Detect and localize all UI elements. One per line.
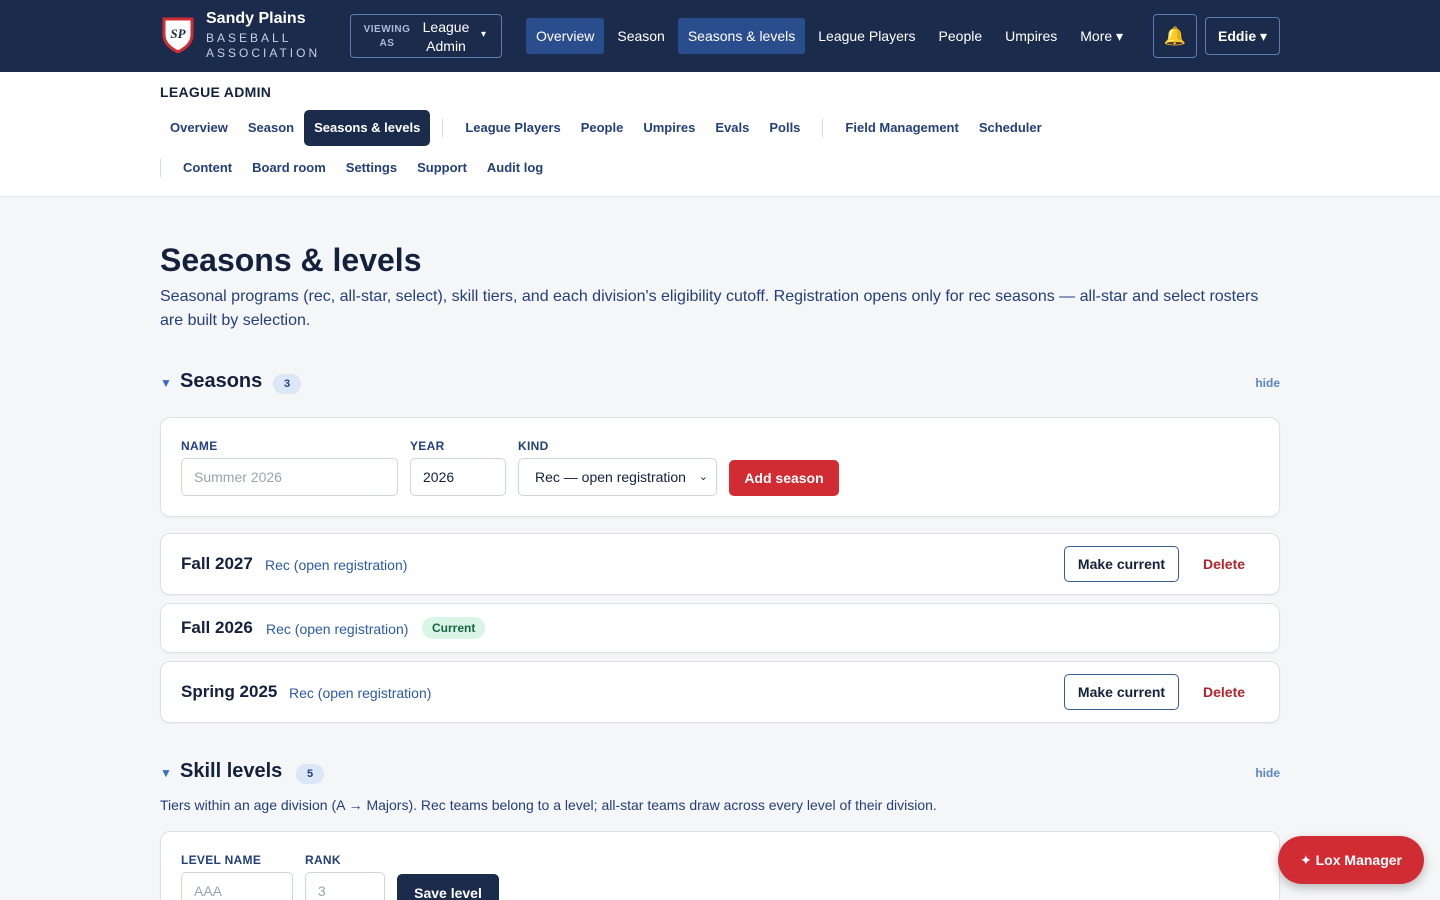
skill-levels-section-title: Skill levels: [180, 760, 283, 782]
admin-tab-seasons-levels[interactable]: Seasons & levels: [304, 110, 431, 146]
seasons-count-badge: 3: [273, 374, 301, 394]
lox-manager-label: Lox Manager: [1315, 852, 1402, 868]
make-current-button[interactable]: Make current: [1064, 674, 1179, 710]
season-year-input[interactable]: 2026: [410, 458, 506, 496]
current-season-badge: Current: [422, 617, 486, 639]
season-name-label: NAME: [181, 439, 218, 453]
admin-tab-audit-log[interactable]: Audit log: [477, 150, 553, 186]
season-year-label: YEAR: [410, 439, 445, 453]
collapse-caret-icon[interactable]: ▼: [160, 766, 172, 780]
seasons-section-header[interactable]: ▼ Seasons 3 hide: [160, 370, 1280, 398]
skill-levels-count-badge: 5: [296, 764, 324, 784]
season-name: Spring 2025: [181, 682, 278, 701]
rank-label: RANK: [305, 853, 341, 867]
logo-shield-icon[interactable]: SP: [162, 17, 194, 53]
seasons-section-title: Seasons: [180, 370, 263, 392]
admin-tab-league-players[interactable]: League Players: [455, 110, 570, 146]
delete-season-button[interactable]: Delete: [1203, 684, 1245, 700]
admin-title: LEAGUE ADMIN: [160, 84, 272, 100]
admin-tab-umpires[interactable]: Umpires: [633, 110, 705, 146]
add-season-form: NAME Summer 2026 YEAR 2026 KIND Rec — op…: [160, 417, 1280, 517]
make-current-button[interactable]: Make current: [1064, 546, 1179, 582]
page-description: Seasonal programs (rec, all-star, select…: [160, 288, 1259, 329]
chevron-down-icon: ⌄: [698, 471, 708, 483]
collapse-caret-icon[interactable]: ▼: [160, 376, 172, 390]
season-row: Fall 2027 Rec (open registration) Make c…: [160, 533, 1280, 595]
season-name-input[interactable]: Summer 2026: [181, 458, 398, 496]
delete-season-button[interactable]: Delete: [1203, 556, 1245, 572]
admin-tab-content[interactable]: Content: [173, 150, 242, 186]
skill-levels-hide-link[interactable]: hide: [1255, 766, 1280, 780]
admin-tab-people[interactable]: People: [571, 110, 634, 146]
skill-levels-description: Tiers within an age division (A → Majors…: [160, 797, 937, 813]
notifications-bell-icon[interactable]: 🔔: [1153, 14, 1197, 58]
viewing-as-value: League Admin: [422, 19, 470, 54]
seasons-hide-link[interactable]: hide: [1255, 376, 1280, 390]
topnav-umpires[interactable]: Umpires: [995, 18, 1067, 54]
season-row: Spring 2025 Rec (open registration) Make…: [160, 661, 1280, 723]
top-bar: SP Sandy Plains BASEBALL ASSOCIATION VIE…: [0, 0, 1440, 72]
top-nav: Overview Season Seasons & levels League …: [526, 18, 1136, 54]
viewing-as-label: VIEWING AS: [363, 24, 411, 49]
viewing-as-switcher[interactable]: VIEWING AS League Admin ▾: [350, 14, 502, 58]
page-title: Seasons & levels: [160, 242, 422, 278]
lox-manager-button[interactable]: ✦ Lox Manager: [1278, 836, 1424, 884]
season-kind: Rec (open registration): [289, 685, 432, 701]
admin-nav-row-1: Overview Season Seasons & levels League …: [160, 110, 1052, 146]
save-level-button[interactable]: Save level: [397, 874, 499, 900]
add-season-button[interactable]: Add season: [729, 460, 839, 496]
topnav-overview[interactable]: Overview: [526, 18, 605, 54]
season-name: Fall 2027: [181, 554, 253, 573]
admin-tab-support[interactable]: Support: [407, 150, 477, 186]
brand-name[interactable]: Sandy Plains: [206, 10, 306, 28]
season-kind: Rec (open registration): [266, 621, 409, 637]
brand-subtitle: BASEBALL ASSOCIATION: [206, 31, 321, 60]
logo-text: SP: [170, 26, 186, 41]
topnav-season[interactable]: Season: [607, 18, 674, 54]
season-kind-select[interactable]: Rec — open registration ⌄: [518, 458, 717, 496]
admin-tab-overview[interactable]: Overview: [160, 110, 238, 146]
topnav-people[interactable]: People: [929, 18, 993, 54]
admin-tab-polls[interactable]: Polls: [759, 110, 810, 146]
skill-levels-section-header[interactable]: ▼ Skill levels 5 hide: [160, 760, 1280, 788]
divider: [160, 159, 161, 177]
admin-subnav: LEAGUE ADMIN Overview Season Seasons & l…: [0, 72, 1440, 197]
divider: [442, 119, 444, 137]
admin-tab-board-room[interactable]: Board room: [242, 150, 336, 186]
season-kind-label: KIND: [518, 439, 549, 453]
user-menu-button[interactable]: Eddie ▾: [1205, 17, 1280, 55]
divider: [822, 119, 824, 137]
chevron-down-icon: ▾: [481, 29, 487, 40]
topnav-league-players[interactable]: League Players: [808, 18, 925, 54]
admin-tab-season[interactable]: Season: [238, 110, 304, 146]
add-level-form: LEVEL NAME AAA RANK 3 Save level: [160, 831, 1280, 900]
admin-nav-row-2: Content Board room Settings Support Audi…: [160, 150, 553, 186]
admin-tab-scheduler[interactable]: Scheduler: [969, 110, 1052, 146]
admin-tab-field-management[interactable]: Field Management: [835, 110, 968, 146]
season-name: Fall 2026: [181, 618, 253, 637]
season-kind: Rec (open registration): [265, 557, 408, 573]
rank-input[interactable]: 3: [305, 872, 385, 900]
admin-tab-evals[interactable]: Evals: [705, 110, 759, 146]
level-name-input[interactable]: AAA: [181, 872, 293, 900]
topnav-more[interactable]: More ▾: [1070, 18, 1133, 54]
season-kind-value: Rec — open registration: [535, 469, 686, 485]
level-name-label: LEVEL NAME: [181, 853, 262, 867]
topnav-seasons-levels[interactable]: Seasons & levels: [677, 18, 806, 54]
sparkle-icon: ✦: [1300, 852, 1312, 868]
season-row: Fall 2026 Rec (open registration) Curren…: [160, 603, 1280, 653]
admin-tab-settings[interactable]: Settings: [336, 150, 407, 186]
